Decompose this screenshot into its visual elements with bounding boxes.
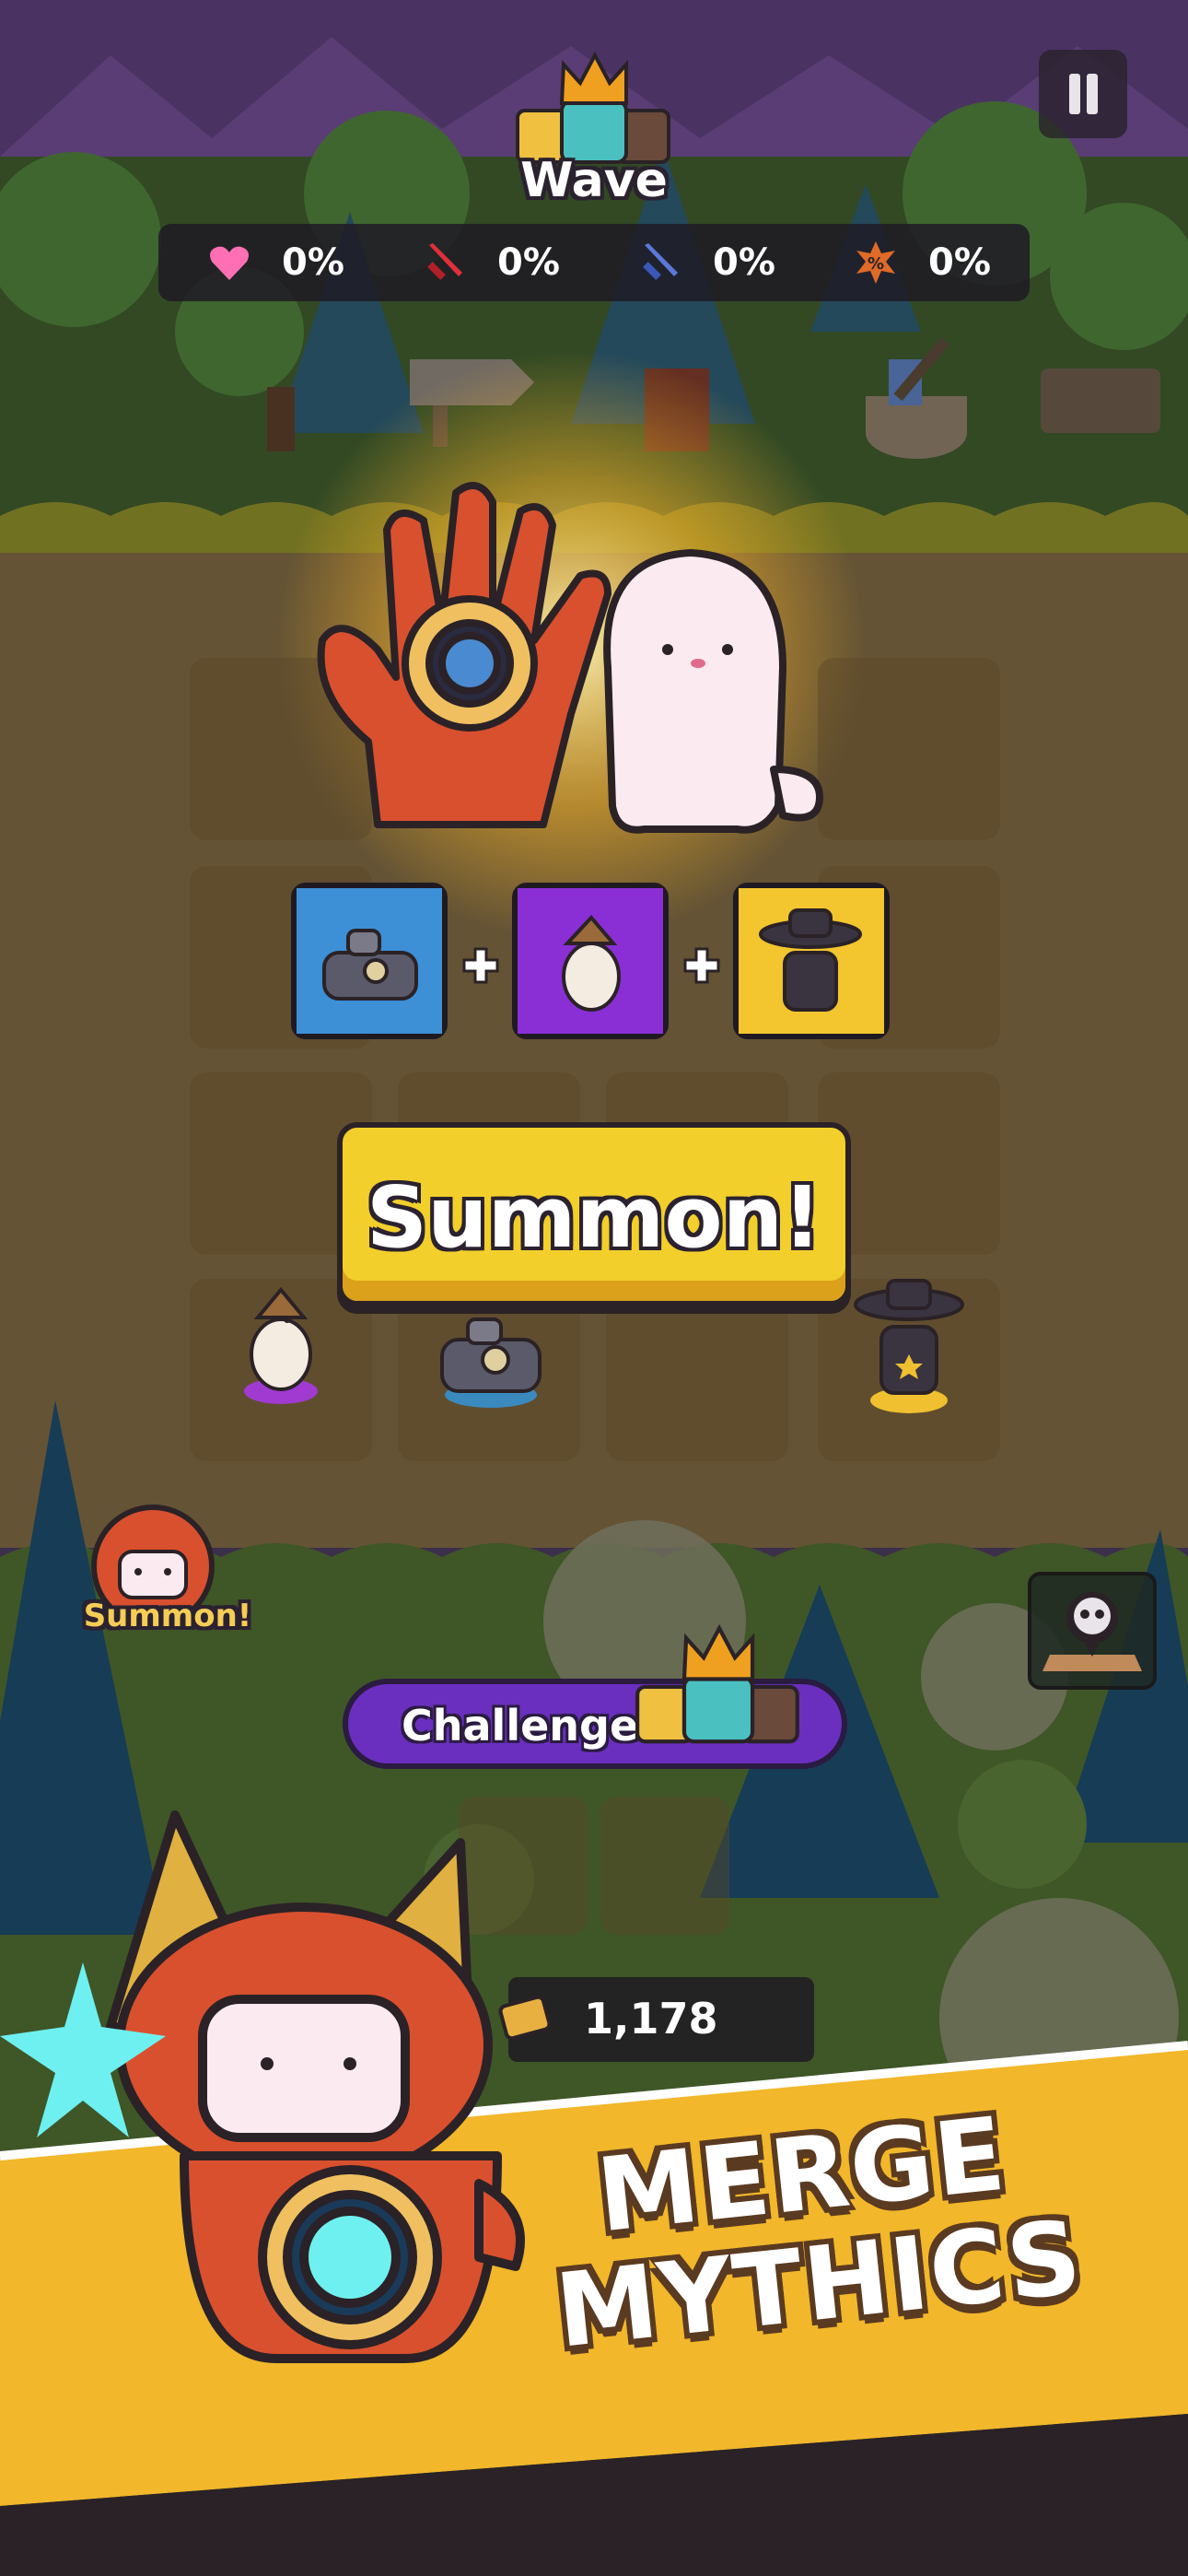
recipe-tile-eagle [512, 883, 669, 1039]
svg-text:%: % [868, 254, 884, 274]
skull-button[interactable] [1028, 1572, 1157, 1690]
skull-icon [1042, 1592, 1142, 1671]
stat-value: 0% [928, 241, 991, 284]
plus-icon [683, 947, 720, 984]
game-scene: Summon! Wave 0% 0% 0% % 0% Summon! Chall… [0, 0, 1188, 2576]
banner-title: MERGE MYTHICS [540, 2093, 1088, 2422]
recipe-tile-robot [291, 883, 448, 1039]
stat-heart: 0% [169, 240, 374, 286]
summon-button[interactable]: Summon! [337, 1122, 851, 1306]
mythic-cat-hero-art [0, 1810, 525, 2363]
wave-label: Wave [520, 153, 668, 208]
stat-blue-sword: 0% [600, 240, 805, 286]
eagle-warrior-unit[interactable] [230, 1281, 332, 1410]
stat-sword: 0% [385, 240, 589, 286]
mythic-glove-cat-art [317, 482, 823, 834]
plus-icon [462, 947, 499, 984]
sword-icon [427, 243, 462, 280]
stat-value: 0% [497, 241, 560, 284]
side-summon-shortcut[interactable]: Summon! [83, 1502, 251, 1640]
summon-button-label: Summon! [366, 1168, 822, 1267]
pause-button[interactable] [1039, 50, 1127, 138]
percent-burst-icon: % [856, 241, 895, 284]
robot-tank-icon [297, 888, 442, 1034]
challenge-button-label: Challenge [402, 1701, 639, 1751]
heart-icon [210, 246, 249, 280]
cowboy-bandit-unit[interactable] [849, 1271, 969, 1419]
stat-crit: % 0% [816, 240, 1020, 286]
eagle-warrior-icon [518, 888, 663, 1034]
blue-sword-icon [643, 243, 678, 280]
board-tile[interactable] [600, 1797, 729, 1935]
robot-tank-unit[interactable] [431, 1303, 551, 1413]
boss-crown-icon [635, 1623, 799, 1744]
stat-value: 0% [282, 241, 344, 284]
recipe-tile-cowboy [733, 883, 890, 1039]
board-tile[interactable] [818, 658, 1000, 840]
stat-value: 0% [713, 241, 775, 284]
stats-bar: 0% 0% 0% % 0% [158, 224, 1030, 301]
cowboy-bandit-icon [739, 888, 884, 1034]
side-summon-label: Summon! [83, 1598, 252, 1634]
